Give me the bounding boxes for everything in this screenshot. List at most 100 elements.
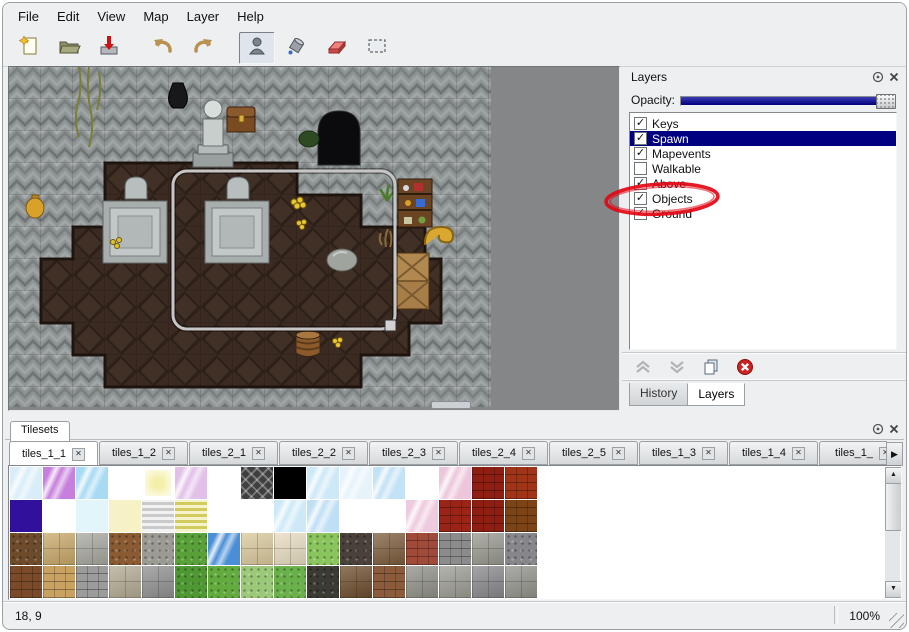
move-layer-down-button[interactable] — [666, 357, 688, 377]
map-hscroll-thumb[interactable] — [431, 401, 471, 409]
palette-tile[interactable] — [274, 566, 306, 598]
tab-close-icon[interactable]: ✕ — [522, 447, 535, 460]
palette-tile[interactable] — [307, 500, 339, 532]
palette-tile[interactable] — [142, 566, 174, 598]
palette-tile[interactable] — [472, 566, 504, 598]
palette-tile[interactable] — [307, 566, 339, 598]
palette-tile[interactable] — [439, 500, 471, 532]
palette-tile[interactable] — [472, 467, 504, 499]
palette-tile[interactable] — [208, 533, 240, 565]
tab-close-icon[interactable]: ✕ — [162, 447, 175, 460]
palette-tile[interactable] — [241, 533, 273, 565]
palette-tile[interactable] — [175, 467, 207, 499]
new-file-button[interactable] — [11, 32, 47, 64]
map-viewport[interactable] — [8, 66, 620, 411]
palette-tile[interactable] — [76, 467, 108, 499]
palette-tile[interactable] — [76, 500, 108, 532]
layer-row-keys[interactable]: ✓Keys — [630, 116, 896, 131]
opacity-slider[interactable] — [680, 96, 896, 106]
palette-tile[interactable] — [109, 500, 141, 532]
scrollbar-thumb[interactable] — [885, 483, 902, 531]
palette-tile[interactable] — [406, 566, 438, 598]
palette-tile[interactable] — [340, 566, 372, 598]
palette-tile[interactable] — [307, 533, 339, 565]
layer-visibility-checkbox[interactable]: ✓ — [634, 132, 647, 145]
palette-tile[interactable] — [472, 500, 504, 532]
palette-tile[interactable] — [109, 533, 141, 565]
fill-tool-button[interactable] — [279, 32, 315, 64]
tileset-tab-tiles_2_5[interactable]: tiles_2_5✕ — [549, 441, 638, 465]
layer-row-spawn[interactable]: ✓Spawn — [630, 131, 896, 146]
tileset-tab-tiles_1_3[interactable]: tiles_1_3✕ — [639, 441, 728, 465]
palette-tile[interactable] — [208, 566, 240, 598]
palette-tile[interactable] — [241, 566, 273, 598]
open-file-button[interactable] — [51, 32, 87, 64]
layer-visibility-checkbox[interactable]: ✓ — [634, 192, 647, 205]
menu-help[interactable]: Help — [228, 5, 273, 28]
tab-scroll-right-button[interactable]: ▶ — [886, 442, 903, 466]
menu-layer[interactable]: Layer — [178, 5, 229, 28]
palette-tile[interactable] — [76, 566, 108, 598]
scroll-down-button[interactable]: ▼ — [885, 581, 902, 598]
palette-tile[interactable] — [241, 467, 273, 499]
palette-tile[interactable] — [43, 467, 75, 499]
palette-tile[interactable] — [10, 500, 42, 532]
palette-tile[interactable] — [142, 500, 174, 532]
palette-tile[interactable] — [439, 467, 471, 499]
palette-tile[interactable] — [340, 467, 372, 499]
delete-layer-button[interactable] — [734, 357, 756, 377]
palette-tile[interactable] — [406, 500, 438, 532]
rollup-icon[interactable] — [871, 70, 884, 83]
duplicate-layer-button[interactable] — [700, 357, 722, 377]
layer-row-walkable[interactable]: Walkable — [630, 161, 896, 176]
palette-tile[interactable] — [373, 566, 405, 598]
redo-button[interactable] — [185, 32, 221, 64]
tab-close-icon[interactable]: ✕ — [72, 448, 85, 461]
tileset-tab-tiles_2_3[interactable]: tiles_2_3✕ — [369, 441, 458, 465]
close-icon[interactable] — [887, 70, 900, 83]
resize-grip[interactable] — [889, 613, 904, 628]
palette-tile[interactable] — [373, 467, 405, 499]
tab-close-icon[interactable]: ✕ — [342, 447, 355, 460]
palette-tile[interactable] — [274, 533, 306, 565]
tab-close-icon[interactable]: ✕ — [612, 447, 625, 460]
layer-visibility-checkbox[interactable]: ✓ — [634, 147, 647, 160]
selection-resize-handle[interactable] — [385, 320, 396, 331]
palette-tile[interactable] — [439, 566, 471, 598]
layer-row-mapevents[interactable]: ✓Mapevents — [630, 146, 896, 161]
tileset-tab-tiles_1_2[interactable]: tiles_1_2✕ — [99, 441, 188, 465]
palette-tile[interactable] — [373, 533, 405, 565]
rollup-icon[interactable] — [871, 422, 884, 435]
tab-close-icon[interactable]: ✕ — [432, 447, 445, 460]
tab-close-icon[interactable]: ✕ — [252, 447, 265, 460]
palette-tile[interactable] — [43, 566, 75, 598]
palette-tile[interactable] — [208, 467, 240, 499]
eraser-tool-button[interactable] — [319, 32, 355, 64]
palette-tile[interactable] — [10, 467, 42, 499]
palette-tile[interactable] — [142, 533, 174, 565]
move-layer-up-button[interactable] — [632, 357, 654, 377]
palette-tile[interactable] — [274, 467, 306, 499]
layer-row-objects[interactable]: ✓Objects — [630, 191, 896, 206]
tileset-tab-tiles_1_4[interactable]: tiles_1_4✕ — [729, 441, 818, 465]
select-tool-button[interactable] — [359, 32, 395, 64]
palette-tile[interactable] — [373, 500, 405, 532]
tilesets-panel-title[interactable]: Tilesets — [10, 421, 70, 443]
palette-tile[interactable] — [109, 566, 141, 598]
layer-visibility-checkbox[interactable] — [634, 162, 647, 175]
tileset-tab-tiles_2_4[interactable]: tiles_2_4✕ — [459, 441, 548, 465]
palette-tile[interactable] — [10, 533, 42, 565]
palette-tile[interactable] — [43, 533, 75, 565]
palette-tile[interactable] — [307, 467, 339, 499]
palette-tile[interactable] — [109, 467, 141, 499]
opacity-slider-handle[interactable] — [876, 94, 896, 109]
tileset-tab-tiles_1[interactable]: tiles_1_✕ — [819, 441, 887, 465]
undo-button[interactable] — [145, 32, 181, 64]
dock-tab-history[interactable]: History — [629, 383, 688, 406]
menu-view[interactable]: View — [88, 5, 134, 28]
palette-tile[interactable] — [472, 533, 504, 565]
palette-tile[interactable] — [505, 533, 537, 565]
close-icon[interactable] — [887, 422, 900, 435]
tileset-tab-tiles_2_1[interactable]: tiles_2_1✕ — [189, 441, 278, 465]
tileset-tab-tiles_2_2[interactable]: tiles_2_2✕ — [279, 441, 368, 465]
